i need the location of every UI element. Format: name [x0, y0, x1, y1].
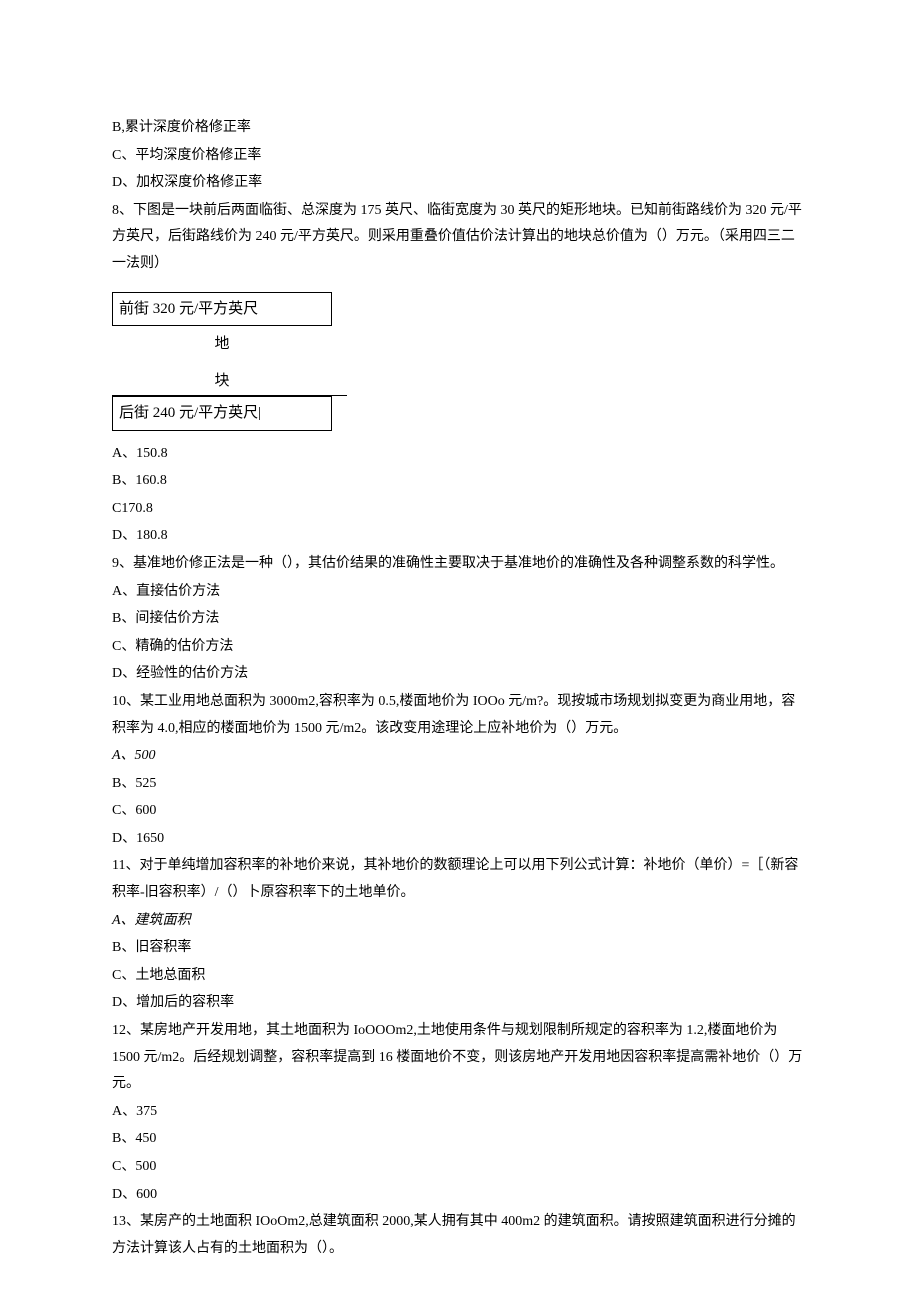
option-b-pre: B,累计深度价格修正率 [112, 115, 808, 142]
q9-option-b: B、间接估价方法 [112, 606, 808, 633]
q11-option-d: D、增加后的容积率 [112, 990, 808, 1017]
diagram-front-street: 前街 320 元/平方英尺 [112, 292, 332, 327]
question-9: 9、基准地价修正法是一种（），其估价结果的准确性主要取决于基准地价的准确性及各种… [112, 551, 808, 578]
diagram-label-2: 块 [112, 361, 332, 396]
q11-option-a: A、建筑面积 [112, 908, 808, 935]
q12-option-c: C、500 [112, 1154, 808, 1181]
q12-option-b: B、450 [112, 1126, 808, 1153]
q10-option-b: B、525 [112, 771, 808, 798]
q8-option-a: A、150.8 [112, 441, 808, 468]
q9-option-a: A、直接估价方法 [112, 579, 808, 606]
diagram-label-1: 地 [112, 326, 332, 361]
question-11: 11、对于单纯增加容积率的补地价来说，其补地价的数额理论上可以用下列公式计算：补… [112, 853, 808, 906]
q9-option-d: D、经验性的估价方法 [112, 661, 808, 688]
q8-option-c: C170.8 [112, 496, 808, 523]
option-d-pre: D、加权深度价格修正率 [112, 170, 808, 197]
question-12: 12、某房地产开发用地，其土地面积为 IoOOOm2,土地使用条件与规划限制所规… [112, 1018, 808, 1098]
option-c-pre: C、平均深度价格修正率 [112, 143, 808, 170]
lot-diagram: 前街 320 元/平方英尺 地 块 后街 240 元/平方英尺| [112, 292, 808, 431]
q8-option-b: B、160.8 [112, 468, 808, 495]
q8-option-d: D、180.8 [112, 523, 808, 550]
q9-option-c: C、精确的估价方法 [112, 634, 808, 661]
q12-option-a: A、375 [112, 1099, 808, 1126]
q10-option-d: D、1650 [112, 826, 808, 853]
diagram-back-street: 后街 240 元/平方英尺| [112, 396, 332, 431]
question-10: 10、某工业用地总面积为 3000m2,容积率为 0.5,楼面地价为 IOOo … [112, 689, 808, 742]
q11-option-b: B、旧容积率 [112, 935, 808, 962]
q10-option-a: A、500 [112, 743, 808, 770]
question-13: 13、某房产的土地面积 IOoOm2,总建筑面积 2000,某人拥有其中 400… [112, 1209, 808, 1262]
q12-option-d: D、600 [112, 1182, 808, 1209]
q11-option-c: C、土地总面积 [112, 963, 808, 990]
question-8: 8、下图是一块前后两面临街、总深度为 175 英尺、临街宽度为 30 英尺的矩形… [112, 198, 808, 278]
q10-option-c: C、600 [112, 798, 808, 825]
